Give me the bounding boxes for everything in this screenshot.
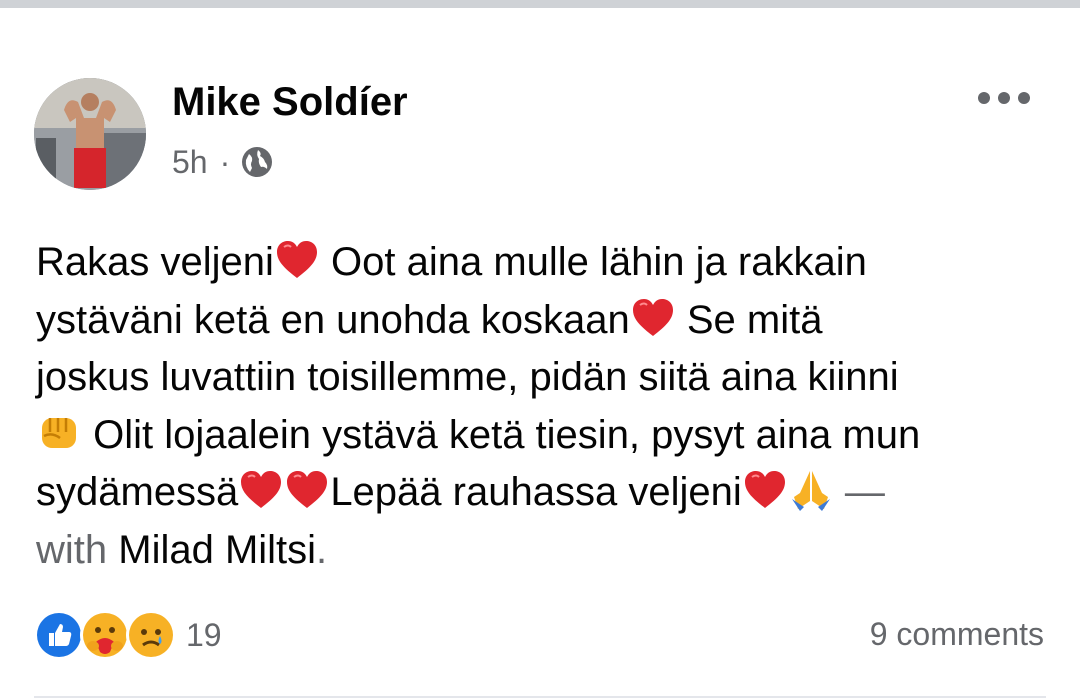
- author-name[interactable]: Mike Soldíer: [172, 80, 408, 125]
- post-text-line: sydämessä Lepää rauhassa veljeni —: [36, 464, 1046, 522]
- meta-separator: ·: [219, 143, 231, 180]
- post-text-line: Olit lojaalein ystävä ketä tiesin, pysyt…: [36, 407, 1046, 465]
- post-text-line: Rakas veljeni Oot aina mulle lähin ja ra…: [36, 234, 1046, 292]
- post-text-segment: Olit lojaalein ystävä ketä tiesin, pysyt…: [82, 412, 921, 457]
- red-heart-emoji: [274, 237, 320, 283]
- globe-icon[interactable]: [240, 145, 274, 179]
- tag-dash: —: [833, 470, 885, 514]
- post-text: Rakas veljeni Oot aina mulle lähin ja ra…: [36, 234, 1046, 579]
- post-meta: 5h ·: [172, 142, 274, 182]
- post-text-segment: Se mitä: [675, 297, 823, 342]
- post-time[interactable]: 5h: [172, 144, 208, 181]
- post-text-line: joskus luvattiin toisillemme, pidän siit…: [36, 349, 1046, 407]
- post-text-segment: Lepää rauhassa veljeni: [330, 470, 742, 514]
- fist-emoji: [36, 410, 82, 456]
- red-heart-emoji: [742, 467, 788, 513]
- with-label: with: [36, 527, 119, 572]
- comments-count-link[interactable]: 9 comments: [870, 616, 1044, 653]
- tagged-person-link[interactable]: Milad Miltsi: [118, 528, 316, 572]
- sad-reaction-icon: [126, 610, 176, 660]
- care-reaction-icon: [80, 610, 130, 660]
- post-text-segment: Rakas veljeni: [36, 240, 274, 284]
- post-text-segment: ystäväni ketä en unohda koskaan: [36, 297, 630, 342]
- post-text-segment: Oot aina mulle lähin ja rakkain: [319, 240, 867, 284]
- red-heart-emoji: [630, 295, 676, 341]
- reaction-count: 19: [186, 616, 222, 653]
- like-reaction-icon: [34, 610, 84, 660]
- author-avatar[interactable]: [34, 78, 146, 190]
- post-text-segment: joskus luvattiin toisillemme, pidän siit…: [36, 355, 899, 399]
- with-tag-line: with Milad Miltsi.: [36, 522, 1046, 580]
- folded-hands-emoji: [788, 467, 834, 513]
- red-heart-emoji: [238, 467, 284, 513]
- post-text-line: ystäväni ketä en unohda koskaan Se mitä: [36, 292, 1046, 350]
- tag-period: .: [316, 527, 328, 572]
- reactions-summary[interactable]: 19: [34, 610, 222, 660]
- top-separator-bar: [0, 0, 1080, 8]
- more-options-icon[interactable]: [978, 86, 1030, 110]
- red-heart-emoji: [284, 467, 330, 513]
- divider: [34, 696, 1046, 698]
- post-text-segment: sydämessä: [36, 470, 239, 514]
